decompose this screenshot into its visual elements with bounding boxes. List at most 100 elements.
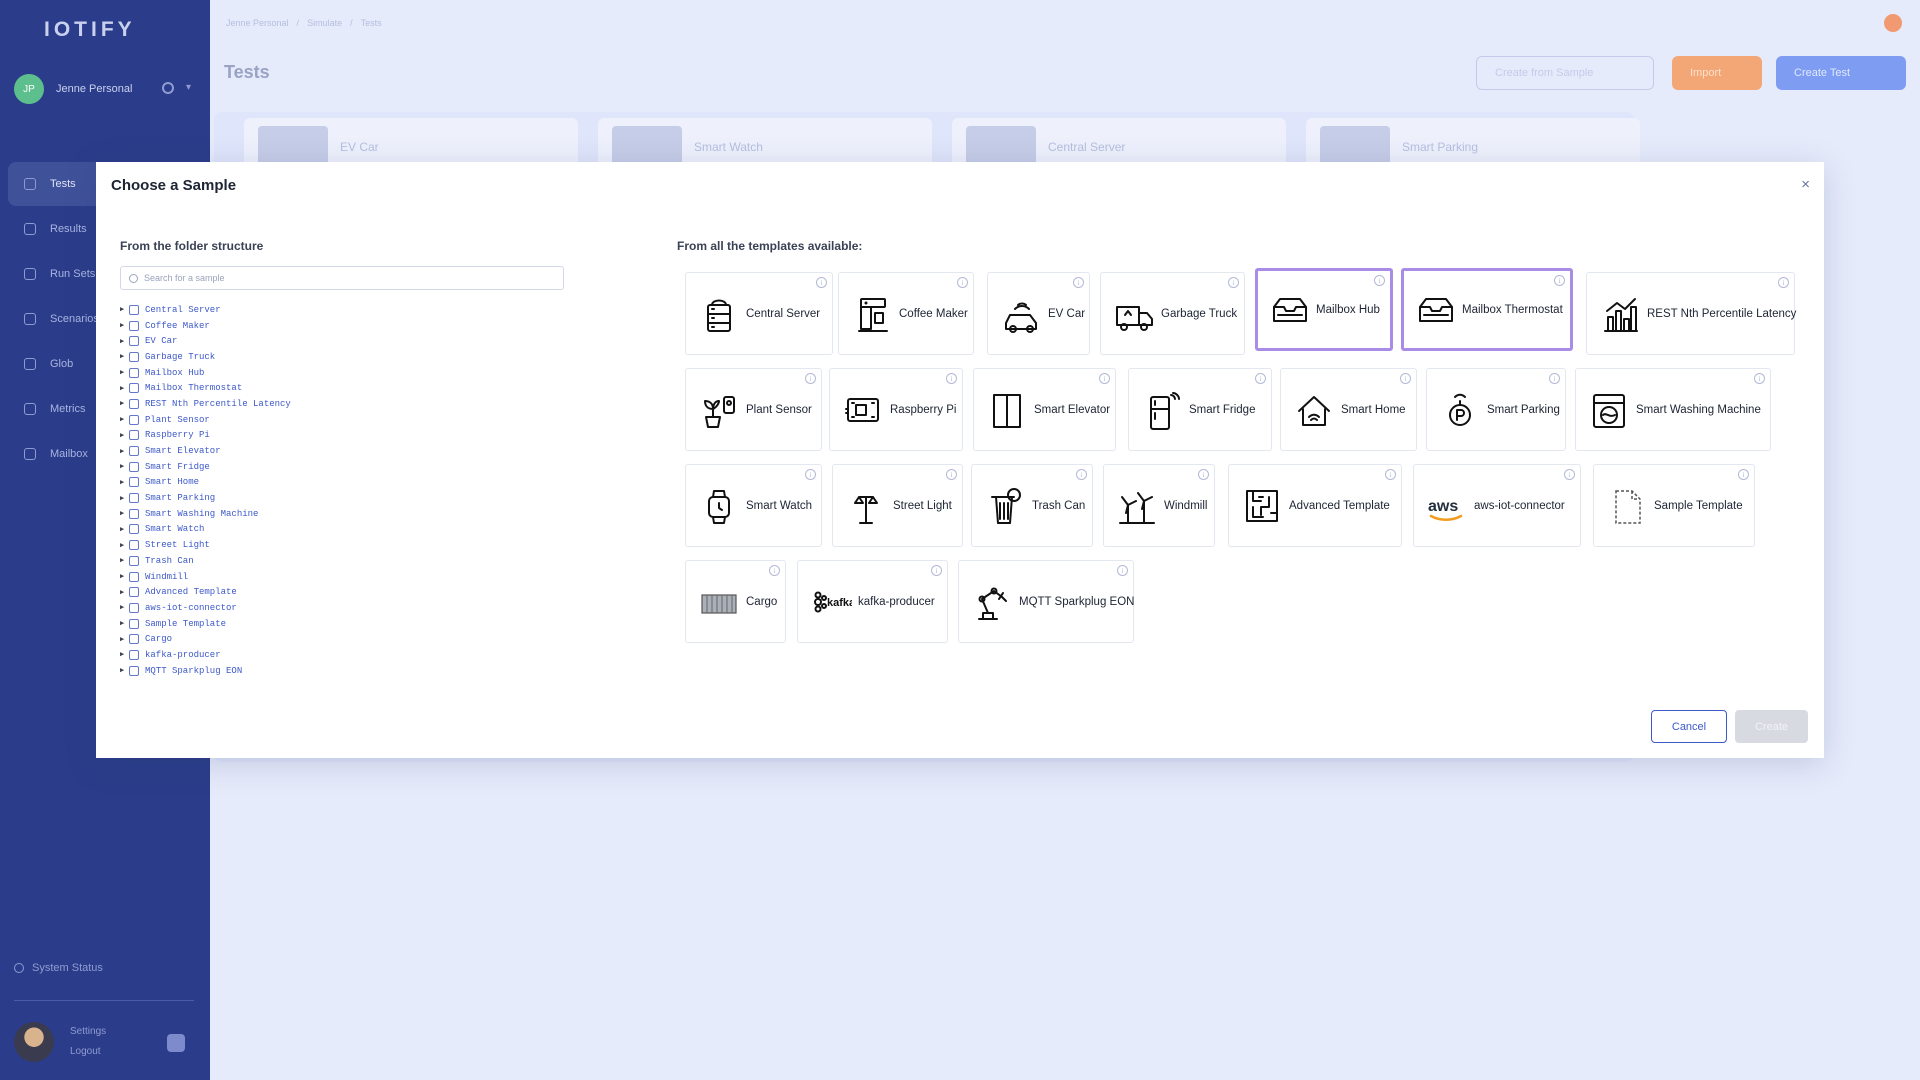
template-tile[interactable]: EV Car i (987, 272, 1090, 355)
tree-item[interactable]: ▶ Coffee Maker (120, 318, 291, 334)
caret-right-icon[interactable]: ▶ (120, 462, 126, 471)
close-icon[interactable]: × (1801, 176, 1810, 193)
template-tile[interactable]: Smart Parking i (1426, 368, 1566, 451)
info-icon[interactable]: i (1385, 469, 1396, 480)
search-field[interactable] (120, 266, 564, 290)
tree-item[interactable]: ▶ Smart Home (120, 475, 291, 491)
template-tile[interactable]: Sample Template i (1593, 464, 1755, 547)
template-tile[interactable]: Smart Watch i (685, 464, 822, 547)
template-tile[interactable]: Coffee Maker i (838, 272, 974, 355)
info-icon[interactable]: i (1754, 373, 1765, 384)
tree-item[interactable]: ▶ Smart Elevator (120, 443, 291, 459)
info-icon[interactable]: i (957, 277, 968, 288)
template-tile[interactable]: Central Server i (685, 272, 833, 355)
template-tile[interactable]: aws aws-iot-connector i (1413, 464, 1581, 547)
tree-item[interactable]: ▶ kafka-producer (120, 647, 291, 663)
caret-right-icon[interactable]: ▶ (120, 556, 126, 565)
info-icon[interactable]: i (1400, 373, 1411, 384)
caret-right-icon[interactable]: ▶ (120, 352, 126, 361)
profile[interactable]: JP Jenne Personal (14, 74, 132, 104)
breadcrumb-item[interactable]: Tests (361, 18, 382, 28)
caret-right-icon[interactable]: ▶ (120, 415, 126, 424)
tree-item[interactable]: ▶ Central Server (120, 302, 291, 318)
tree-item[interactable]: ▶ Smart Washing Machine (120, 506, 291, 522)
caret-right-icon[interactable]: ▶ (120, 509, 126, 518)
caret-right-icon[interactable]: ▶ (120, 368, 126, 377)
caret-right-icon[interactable]: ▶ (120, 572, 126, 581)
caret-right-icon[interactable]: ▶ (120, 321, 126, 330)
info-icon[interactable]: i (816, 277, 827, 288)
template-tile[interactable]: Trash Can i (971, 464, 1093, 547)
caret-right-icon[interactable]: ▶ (120, 635, 126, 644)
info-icon[interactable]: i (805, 469, 816, 480)
tree-item[interactable]: ▶ aws-iot-connector (120, 600, 291, 616)
create-test-button[interactable]: Create Test (1776, 56, 1906, 90)
gear-icon[interactable] (162, 82, 174, 94)
info-icon[interactable]: i (805, 373, 816, 384)
info-icon[interactable]: i (1228, 277, 1239, 288)
caret-right-icon[interactable]: ▶ (120, 431, 126, 440)
info-icon[interactable]: i (1198, 469, 1209, 480)
tree-item[interactable]: ▶ Smart Parking (120, 490, 291, 506)
tree-item[interactable]: ▶ EV Car (120, 333, 291, 349)
tree-item[interactable]: ▶ Garbage Truck (120, 349, 291, 365)
template-tile[interactable]: Smart Elevator i (973, 368, 1116, 451)
tree-item[interactable]: ▶ Cargo (120, 631, 291, 647)
caret-right-icon[interactable]: ▶ (120, 494, 126, 503)
tree-item[interactable]: ▶ Smart Watch (120, 522, 291, 538)
info-icon[interactable]: i (1099, 373, 1110, 384)
create-button[interactable]: Create (1735, 710, 1808, 743)
caret-right-icon[interactable]: ▶ (120, 478, 126, 487)
logout-icon[interactable] (167, 1034, 185, 1052)
template-tile[interactable]: Street Light i (832, 464, 963, 547)
caret-right-icon[interactable]: ▶ (120, 337, 126, 346)
tree-item[interactable]: ▶ MQTT Sparkplug EON (120, 663, 291, 679)
template-tile[interactable]: Windmill i (1103, 464, 1215, 547)
template-tile[interactable]: Advanced Template i (1228, 464, 1402, 547)
info-icon[interactable]: i (769, 565, 780, 576)
tree-item[interactable]: ▶ Mailbox Thermostat (120, 380, 291, 396)
info-icon[interactable]: i (1554, 275, 1565, 286)
info-icon[interactable]: i (1374, 275, 1385, 286)
caret-right-icon[interactable]: ▶ (120, 541, 126, 550)
caret-right-icon[interactable]: ▶ (120, 305, 126, 314)
caret-right-icon[interactable]: ▶ (120, 650, 126, 659)
info-icon[interactable]: i (931, 565, 942, 576)
info-icon[interactable]: i (1073, 277, 1084, 288)
template-tile[interactable]: Smart Home i (1280, 368, 1417, 451)
template-tile[interactable]: Mailbox Hub i (1255, 268, 1393, 351)
caret-right-icon[interactable]: ▶ (120, 384, 126, 393)
info-icon[interactable]: i (1778, 277, 1789, 288)
tree-item[interactable]: ▶ Mailbox Hub (120, 365, 291, 381)
template-tile[interactable]: MQTT Sparkplug EON i (958, 560, 1134, 643)
import-button[interactable]: Import (1672, 56, 1762, 90)
template-tile[interactable]: Mailbox Thermostat i (1401, 268, 1573, 351)
info-icon[interactable]: i (946, 469, 957, 480)
search-input[interactable] (144, 273, 544, 283)
info-icon[interactable]: i (1738, 469, 1749, 480)
caret-right-icon[interactable]: ▶ (120, 525, 126, 534)
create-from-sample-button[interactable]: Create from Sample (1476, 56, 1654, 90)
template-tile[interactable]: Garbage Truck i (1100, 272, 1245, 355)
tree-item[interactable]: ▶ Raspberry Pi (120, 428, 291, 444)
tree-item[interactable]: ▶ Sample Template (120, 616, 291, 632)
template-tile[interactable]: Cargo i (685, 560, 786, 643)
caret-right-icon[interactable]: ▶ (120, 399, 126, 408)
template-tile[interactable]: Smart Washing Machine i (1575, 368, 1771, 451)
tree-item[interactable]: ▶ Advanced Template (120, 584, 291, 600)
template-tile[interactable]: kafka kafka-producer i (797, 560, 948, 643)
chevron-down-icon[interactable]: ▾ (186, 82, 191, 93)
avatar[interactable] (14, 1022, 54, 1062)
template-tile[interactable]: Smart Fridge i (1128, 368, 1272, 451)
caret-right-icon[interactable]: ▶ (120, 603, 126, 612)
template-tile[interactable]: Plant Sensor i (685, 368, 822, 451)
info-icon[interactable]: i (1564, 469, 1575, 480)
caret-right-icon[interactable]: ▶ (120, 619, 126, 628)
cancel-button[interactable]: Cancel (1651, 710, 1727, 743)
info-icon[interactable]: i (1549, 373, 1560, 384)
tree-item[interactable]: ▶ Trash Can (120, 553, 291, 569)
caret-right-icon[interactable]: ▶ (120, 447, 126, 456)
tree-item[interactable]: ▶ Windmill (120, 569, 291, 585)
breadcrumb-item[interactable]: Jenne Personal (226, 18, 289, 28)
info-icon[interactable]: i (1255, 373, 1266, 384)
